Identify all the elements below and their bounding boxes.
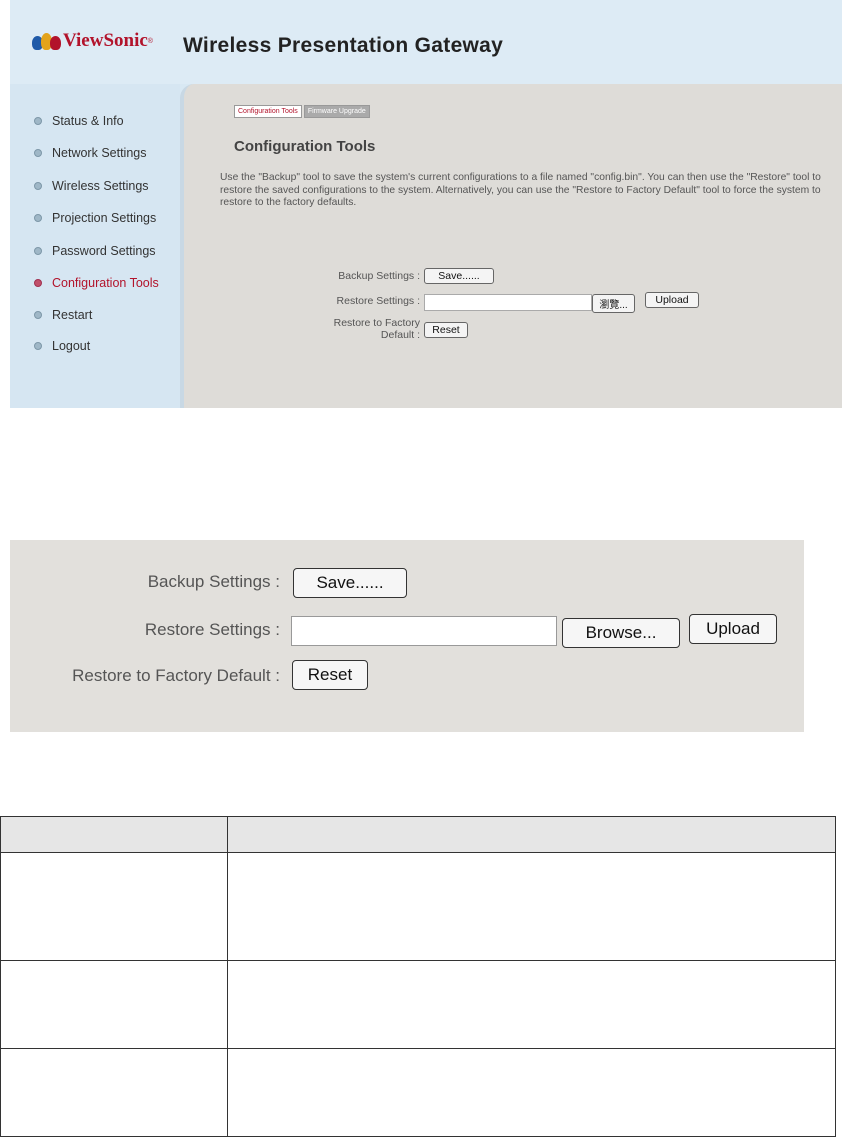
bullet-icon	[34, 342, 42, 350]
upload-button[interactable]: Upload	[689, 614, 777, 644]
tab-bar: Configuration Tools Firmware Upgrade	[234, 105, 372, 118]
main-content: Configuration Tools Firmware Upgrade Con…	[180, 84, 842, 408]
description-table	[0, 816, 836, 1137]
bullet-icon	[34, 149, 42, 157]
table-cell	[227, 1048, 836, 1137]
sidebar-item-projection-settings[interactable]: Projection Settings	[34, 211, 156, 225]
page-description: Use the "Backup" tool to save the system…	[220, 172, 821, 208]
reset-button[interactable]: Reset	[292, 660, 368, 690]
sidebar: Status & Info Network Settings Wireless …	[10, 84, 180, 408]
factory-default-label: Restore to Factory Default :	[333, 317, 420, 341]
table-header-cell	[0, 816, 228, 853]
bullet-icon	[34, 117, 42, 125]
bullet-icon	[34, 182, 42, 190]
table-cell	[0, 960, 228, 1049]
restore-file-input[interactable]	[291, 616, 557, 646]
restore-settings-label: Restore Settings :	[336, 295, 420, 307]
bullet-icon	[34, 247, 42, 255]
table-cell	[227, 960, 836, 1049]
factory-default-label: Restore to Factory Default :	[72, 666, 280, 685]
table-header-row	[0, 816, 836, 853]
table-header-cell	[227, 816, 836, 853]
sidebar-item-network-settings[interactable]: Network Settings	[34, 146, 146, 160]
reset-button[interactable]: Reset	[424, 322, 468, 338]
viewsonic-logo: ViewSonic ®	[32, 30, 153, 52]
birds-logo-icon	[32, 32, 61, 50]
header: ViewSonic ® Wireless Presentation Gateway	[10, 0, 842, 84]
sidebar-item-status-info[interactable]: Status & Info	[34, 114, 124, 128]
table-row	[0, 960, 836, 1049]
upload-button[interactable]: Upload	[645, 292, 699, 308]
save-button[interactable]: Save......	[424, 268, 494, 284]
zoomed-form-screenshot: Backup Settings : Save...... Restore Set…	[10, 540, 804, 732]
restore-settings-label: Restore Settings :	[144, 620, 280, 639]
page-title: Configuration Tools	[234, 138, 376, 155]
table-row	[0, 852, 836, 961]
tab-configuration-tools[interactable]: Configuration Tools	[234, 105, 302, 118]
sidebar-item-logout[interactable]: Logout	[34, 339, 90, 353]
bullet-icon	[34, 279, 42, 287]
brand-name: ViewSonic	[63, 30, 148, 51]
backup-settings-label: Backup Settings :	[338, 270, 420, 282]
tab-firmware-upgrade[interactable]: Firmware Upgrade	[303, 105, 370, 118]
restore-file-input[interactable]	[424, 294, 592, 311]
save-button[interactable]: Save......	[293, 568, 407, 598]
browse-button[interactable]: Browse...	[562, 618, 680, 648]
table-cell	[0, 852, 228, 961]
admin-page-screenshot: ViewSonic ® Wireless Presentation Gateway…	[10, 0, 842, 408]
table-cell	[0, 1048, 228, 1137]
app-title: Wireless Presentation Gateway	[183, 34, 504, 57]
backup-settings-label: Backup Settings :	[147, 572, 280, 591]
sidebar-item-password-settings[interactable]: Password Settings	[34, 244, 156, 258]
table-row	[0, 1048, 836, 1137]
bullet-icon	[34, 214, 42, 222]
table-cell	[227, 852, 836, 961]
browse-button[interactable]: 瀏覽...	[592, 294, 635, 313]
sidebar-item-configuration-tools[interactable]: Configuration Tools	[34, 276, 159, 290]
bullet-icon	[34, 311, 42, 319]
sidebar-item-wireless-settings[interactable]: Wireless Settings	[34, 179, 149, 193]
sidebar-item-restart[interactable]: Restart	[34, 308, 92, 322]
